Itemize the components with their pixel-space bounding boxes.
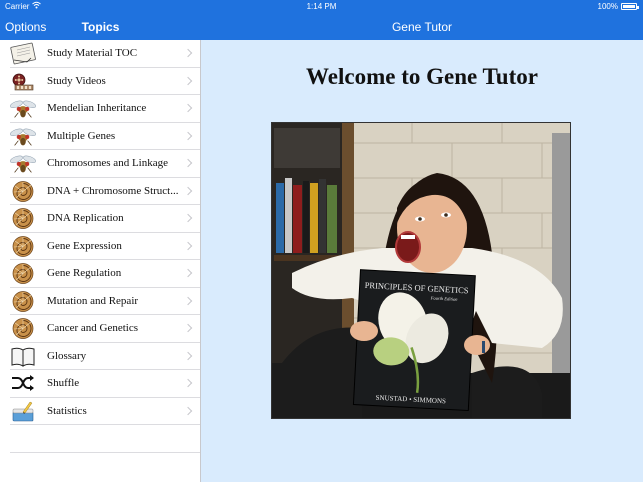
nautilus-shell-icon: [9, 235, 37, 258]
chevron-right-icon: [183, 296, 193, 305]
sidebar-item-label: Study Material TOC: [47, 47, 138, 59]
chevron-right-icon: [183, 76, 193, 85]
welcome-photo: PRINCIPLES OF GENETICS Fourth Edition SN…: [271, 122, 571, 419]
sidebar-item-label: Glossary: [47, 349, 87, 362]
sidebar-item-glossary[interactable]: Glossary: [0, 343, 200, 370]
sidebar-item-dna-replication[interactable]: DNA Replication: [0, 205, 200, 233]
open-book-icon: [9, 345, 37, 368]
status-time: 1:14 PM: [306, 2, 337, 11]
divider: [10, 451, 200, 453]
sidebar-item-label: Mendelian Inheritance: [47, 102, 147, 114]
sidebar-item-label: Cancer and Genetics: [47, 322, 139, 334]
sidebar-item-label: Mutation and Repair: [47, 294, 139, 307]
topics-title: Topics: [81, 20, 120, 34]
sidebar-item-mendelian-inheritance[interactable]: Mendelian Inheritance: [0, 95, 200, 123]
sidebar-item-label: Multiple Genes: [47, 129, 116, 142]
sidebar-item-label: Shuffle: [47, 377, 80, 389]
empty-row: [0, 425, 200, 453]
shuffle-icon: [9, 372, 37, 395]
chevron-right-icon: [183, 186, 193, 195]
sidebar-item-label: DNA Replication: [47, 212, 124, 224]
sidebar-item-cancer-and-genetics[interactable]: Cancer and Genetics: [0, 315, 200, 343]
chevron-right-icon: [183, 323, 193, 333]
notebook-icon: [9, 42, 37, 65]
sidebar-item-chromosomes-and-linkage[interactable]: Chromosomes and Linkage: [0, 150, 200, 178]
nautilus-shell-icon: [9, 180, 37, 203]
chevron-right-icon: [183, 241, 193, 250]
sidebar-item-label: Study Videos: [47, 74, 106, 87]
sidebar-item-shuffle[interactable]: Shuffle: [0, 370, 200, 398]
chevron-right-icon: [183, 268, 193, 278]
nautilus-shell-icon: [9, 317, 37, 340]
sidebar-item-dna-chromosome-structure[interactable]: DNA + Chromosome Struct...: [0, 178, 200, 205]
fruit-fly-icon: [9, 152, 37, 175]
sidebar-item-label: Statistics: [47, 404, 87, 417]
sidebar-item-multiple-genes[interactable]: Multiple Genes: [0, 123, 200, 150]
sidebar-item-mutation-and-repair[interactable]: Mutation and Repair: [0, 288, 200, 315]
sidebar-item-statistics[interactable]: Statistics: [0, 398, 200, 425]
chevron-right-icon: [183, 158, 193, 168]
detail-nav-bar: Gene Tutor: [201, 13, 643, 40]
nautilus-shell-icon: [9, 290, 37, 313]
nautilus-shell-icon: [9, 262, 37, 285]
stats-cards-icon: [9, 400, 37, 423]
master-title: Topics: [0, 20, 201, 34]
fruit-fly-icon: [9, 97, 37, 120]
sidebar-item-study-material-toc[interactable]: Study Material TOC: [0, 40, 200, 68]
sidebar-item-label: DNA + Chromosome Struct...: [47, 184, 179, 197]
sidebar-item-label: Chromosomes and Linkage: [47, 157, 168, 169]
sidebar-item-study-videos[interactable]: Study Videos: [0, 68, 200, 95]
detail-title: Gene Tutor: [391, 20, 453, 34]
welcome-heading: Welcome to Gene Tutor: [306, 64, 538, 89]
sidebar-item-label: Gene Expression: [47, 239, 122, 252]
topics-list: Study Material TOC Study Videos Mendelia…: [0, 40, 201, 482]
nautilus-shell-icon: [9, 207, 37, 230]
chevron-right-icon: [183, 378, 193, 388]
film-reel-icon: [9, 70, 37, 93]
chevron-right-icon: [183, 48, 193, 58]
status-bar: Carrier 1:14 PM 100%: [0, 0, 643, 13]
chevron-right-icon: [183, 131, 193, 140]
battery-icon: [621, 3, 639, 10]
fruit-fly-icon: [9, 125, 37, 148]
chevron-right-icon: [183, 351, 193, 360]
chevron-right-icon: [183, 406, 193, 415]
detail-pane: Welcome to Gene Tutor PRINCIPLES OF GENE…: [201, 40, 643, 482]
chevron-right-icon: [183, 213, 193, 223]
master-nav-bar: Options Topics: [0, 13, 201, 40]
chevron-right-icon: [183, 103, 193, 113]
sidebar-item-gene-expression[interactable]: Gene Expression: [0, 233, 200, 260]
battery-percent: 100%: [597, 2, 618, 11]
sidebar-item-label: Gene Regulation: [47, 267, 122, 279]
sidebar-item-gene-regulation[interactable]: Gene Regulation: [0, 260, 200, 288]
